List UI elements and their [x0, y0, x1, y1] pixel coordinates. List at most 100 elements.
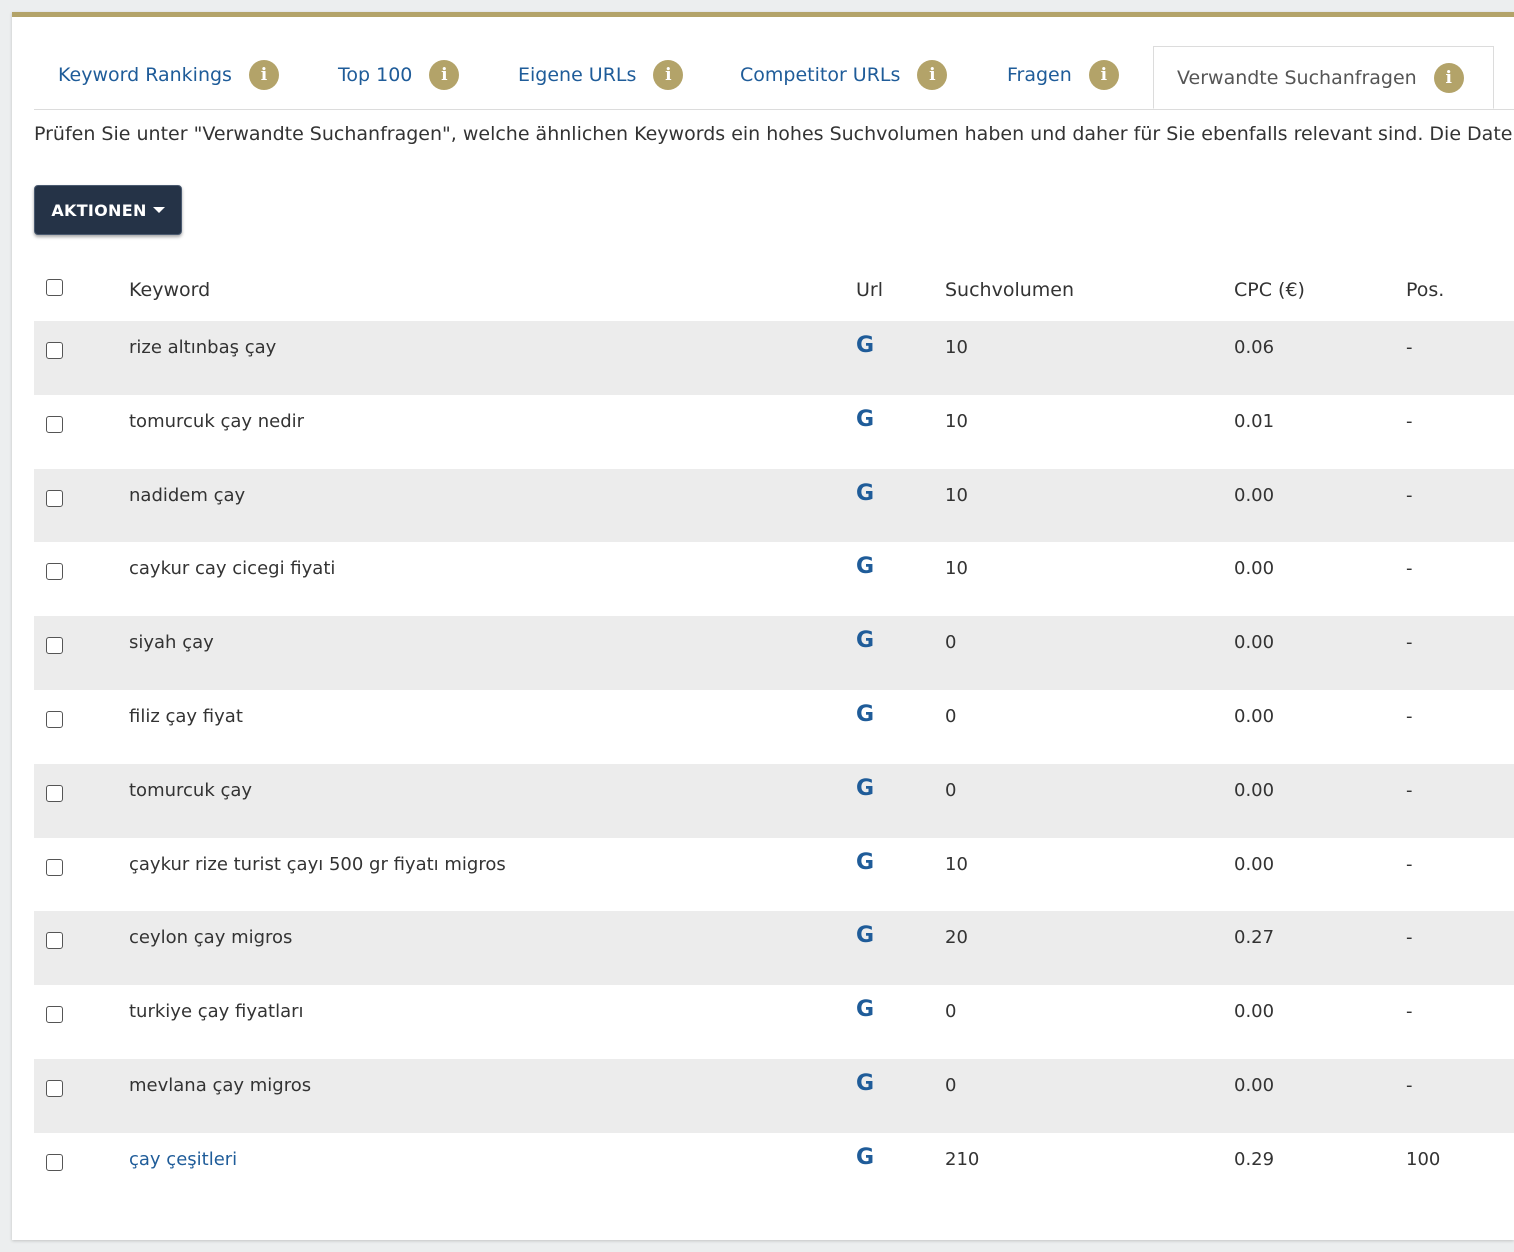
- tab-label: Fragen: [1007, 64, 1072, 86]
- actions-button-label: AKTIONEN: [51, 200, 147, 220]
- tab-top-100[interactable]: Top 100 i: [338, 41, 460, 109]
- keyword-text: filiz çay fiyat: [129, 705, 243, 727]
- position-cell: -: [1406, 927, 1413, 949]
- row-checkbox[interactable]: [46, 784, 63, 802]
- info-icon[interactable]: i: [1088, 60, 1119, 90]
- table-row: filiz çay fiyat G 0 0.00 -: [34, 690, 1514, 764]
- google-icon[interactable]: G: [856, 628, 874, 653]
- row-checkbox[interactable]: [46, 710, 63, 728]
- keyword-cell: rize altınbaş çay: [129, 337, 276, 358]
- keyword-table: Keyword Url Suchvolumen CPC (€) Pos. riz…: [34, 265, 1514, 1207]
- row-checkbox[interactable]: [46, 1006, 63, 1024]
- google-icon[interactable]: G: [856, 554, 874, 579]
- position-cell: -: [1406, 632, 1413, 654]
- header-keyword[interactable]: Keyword: [129, 279, 210, 301]
- volume-cell: 0: [945, 632, 957, 654]
- google-icon[interactable]: G: [856, 923, 874, 948]
- tab-label: Verwandte Suchanfragen: [1177, 66, 1417, 89]
- google-icon[interactable]: G: [856, 407, 874, 432]
- google-icon[interactable]: G: [856, 776, 874, 801]
- actions-dropdown-button[interactable]: AKTIONEN: [34, 185, 182, 235]
- header-volume[interactable]: Suchvolumen: [945, 279, 1074, 301]
- row-checkbox[interactable]: [46, 637, 63, 655]
- keyword-cell: nadidem çay: [129, 485, 245, 506]
- volume-cell: 0: [945, 1001, 957, 1023]
- row-checkbox[interactable]: [46, 415, 63, 433]
- cpc-cell: 0.00: [1234, 705, 1275, 727]
- keyword-cell: çaykur rize turist çayı 500 gr fiyatı mi…: [129, 854, 506, 875]
- row-checkbox[interactable]: [46, 489, 63, 507]
- tab-competitor-urls[interactable]: Competitor URLs i: [740, 41, 948, 109]
- keyword-cell: tomurcuk çay nedir: [129, 411, 304, 432]
- position-cell: -: [1406, 779, 1413, 801]
- table-row: ceylon çay migros G 20 0.27 -: [34, 911, 1514, 986]
- info-icon[interactable]: i: [653, 60, 684, 90]
- volume-cell: 210: [945, 1148, 980, 1170]
- keyword-cell: caykur cay cicegi fiyati: [129, 558, 335, 579]
- table-row: mevlana çay migros G 0 0.00 -: [34, 1058, 1514, 1133]
- position-cell: -: [1406, 853, 1413, 875]
- table-row: tomurcuk çay G 0 0.00 -: [34, 763, 1514, 838]
- row-checkbox[interactable]: [46, 342, 63, 359]
- info-icon[interactable]: i: [248, 60, 279, 90]
- cpc-cell: 0.06: [1234, 337, 1275, 358]
- tab-label: Keyword Rankings: [58, 64, 232, 86]
- google-icon[interactable]: G: [856, 333, 874, 358]
- google-icon[interactable]: G: [856, 1145, 874, 1170]
- cpc-cell: 0.00: [1234, 558, 1275, 580]
- row-checkbox[interactable]: [46, 1079, 63, 1097]
- keyword-text: ceylon çay migros: [129, 927, 293, 949]
- volume-cell: 20: [945, 927, 968, 949]
- cpc-cell: 0.00: [1234, 484, 1275, 506]
- header-cpc[interactable]: CPC (€): [1234, 279, 1305, 301]
- position-cell: -: [1406, 558, 1413, 580]
- tab-label: Eigene URLs: [518, 64, 637, 86]
- position-cell: -: [1406, 337, 1413, 358]
- volume-cell: 10: [945, 484, 968, 506]
- cpc-cell: 0.00: [1234, 1001, 1275, 1023]
- google-icon[interactable]: G: [856, 481, 874, 506]
- info-icon[interactable]: i: [1433, 62, 1464, 93]
- table-row: çay çeşitleri G 210 0.29 100: [34, 1133, 1514, 1207]
- google-icon[interactable]: G: [856, 1071, 874, 1096]
- position-cell: -: [1406, 705, 1413, 727]
- select-all-checkbox[interactable]: [46, 279, 63, 296]
- table-row: tomurcuk çay nedir G 10 0.01 -: [34, 395, 1514, 469]
- volume-cell: 10: [945, 853, 968, 875]
- keyword-cell: ceylon çay migros: [129, 927, 292, 948]
- table-body: rize altınbaş çay G 10 0.06 - tomurcuk çay ne…: [34, 321, 1514, 1207]
- volume-cell: 10: [945, 410, 968, 432]
- row-checkbox[interactable]: [46, 932, 63, 950]
- header-pos[interactable]: Pos.: [1406, 279, 1444, 301]
- row-checkbox[interactable]: [46, 1153, 63, 1171]
- tab-fragen[interactable]: Fragen i: [1007, 41, 1119, 109]
- keyword-link[interactable]: çay çeşitleri: [129, 1149, 237, 1170]
- table-row: caykur cay cicegi fiyati G 10 0.00 -: [34, 542, 1514, 616]
- keyword-text: caykur cay cicegi fiyati: [129, 558, 336, 580]
- keyword-cell: mevlana çay migros: [129, 1075, 311, 1096]
- row-checkbox[interactable]: [46, 563, 63, 581]
- volume-cell: 10: [945, 558, 968, 580]
- tab-keyword-rankings[interactable]: Keyword Rankings i: [58, 41, 279, 109]
- keyword-text: turkiye çay fiyatları: [129, 1001, 304, 1023]
- google-icon[interactable]: G: [856, 997, 874, 1022]
- keyword-text: çaykur rize turist çayı 500 gr fiyatı mi…: [129, 853, 506, 875]
- keyword-cell: çay çeşitleri: [129, 1149, 237, 1170]
- cpc-cell: 0.27: [1234, 927, 1275, 949]
- table-row: siyah çay G 0 0.00 -: [34, 616, 1514, 690]
- info-icon[interactable]: i: [429, 60, 460, 90]
- info-icon[interactable]: i: [917, 60, 948, 90]
- tab-eigene-urls[interactable]: Eigene URLs i: [518, 41, 684, 109]
- keyword-cell: turkiye çay fiyatları: [129, 1001, 304, 1022]
- cpc-cell: 0.00: [1234, 1074, 1275, 1096]
- google-icon[interactable]: G: [856, 850, 874, 875]
- cpc-cell: 0.00: [1234, 632, 1275, 654]
- volume-cell: 0: [945, 1074, 957, 1096]
- google-icon[interactable]: G: [856, 702, 874, 727]
- table-row: nadidem çay G 10 0.00 -: [34, 468, 1514, 543]
- row-checkbox[interactable]: [46, 858, 63, 876]
- keyword-text: tomurcuk çay: [129, 779, 253, 801]
- tab-verwandte-suchanfragen[interactable]: Verwandte Suchanfragen i: [1153, 46, 1494, 109]
- position-cell: 100: [1406, 1148, 1441, 1170]
- tab-label: Competitor URLs: [740, 64, 901, 86]
